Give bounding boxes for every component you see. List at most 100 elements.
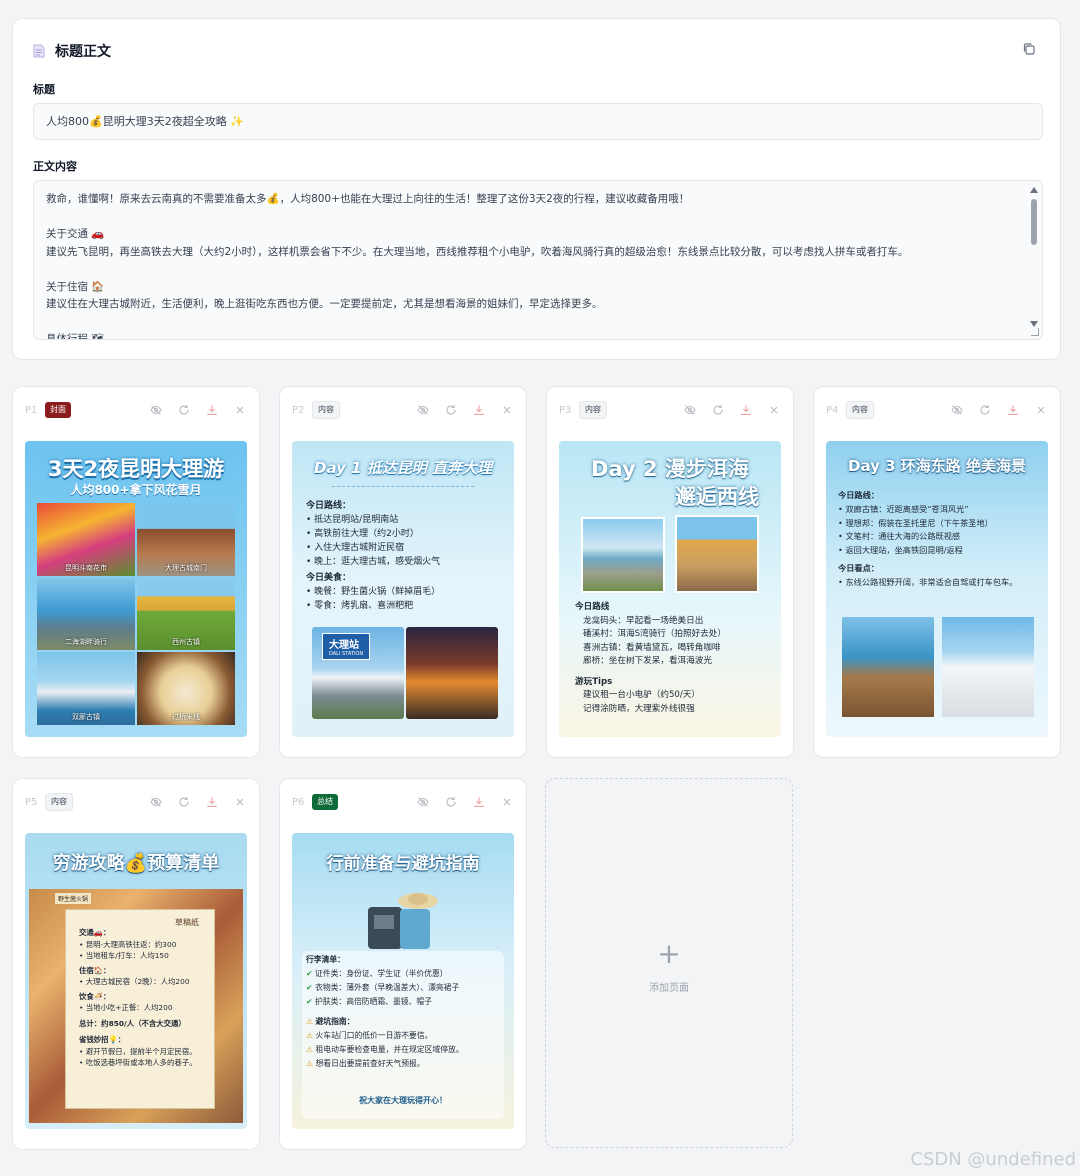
page-type-badge: 内容 (312, 401, 340, 419)
cover-subtitle: 人均800+拿下风花雪月 (70, 483, 202, 497)
photo-xizhou: 西州古镇 (137, 577, 235, 651)
page-number: P3 (559, 404, 572, 416)
footer-text: 祝大家在大理玩得开心！ (359, 1096, 447, 1105)
regenerate-icon[interactable] (978, 403, 992, 417)
photo-flower-market: 昆明斗南花市 (37, 503, 135, 576)
photo-caption: 过桥米线 (172, 712, 200, 721)
budget-item: • 大理古城民宿（2晚）：人均200 (79, 977, 190, 986)
tips-heading: 游玩Tips (575, 676, 613, 687)
download-icon[interactable] (1006, 403, 1020, 417)
packing-heading: 行李清单： (306, 955, 345, 964)
body-scrollbar[interactable] (1028, 185, 1040, 335)
page-preview[interactable]: Day 3 环海东路 绝美海景 今日路线： • 双廊古镇：近距离感受“苍洱风光”… (826, 441, 1048, 737)
page-card-p3[interactable]: P3 内容 Day 2 漫步洱海 邂逅西线 今日路线 龙龛码头：早起看一场绝美日… (546, 386, 794, 758)
page-preview[interactable]: 穷游攻略💰预算清单 野生菌火锅 草稿纸 交通🚗： • 昆明-大理高铁往返：约30… (25, 833, 247, 1129)
page-title-line2: 邂逅西线 (675, 485, 759, 509)
route-item: • 晚上：逛大理古城，感受烟火气 (306, 557, 441, 567)
save-item: • 避开节假日，提前半个月定民宿。 (79, 1046, 197, 1056)
body-line: 建议先飞昆明，再坐高铁去大理（大约2小时），这样机票会省下不少。在大理当地，西线… (46, 245, 909, 258)
page-type-badge: 内容 (45, 793, 73, 811)
photo-erhai-ride (581, 517, 665, 593)
download-icon[interactable] (739, 403, 753, 417)
close-icon[interactable] (233, 795, 247, 809)
photo-city-gate: 大理古城南门 (137, 503, 235, 576)
page-preview[interactable]: 行前准备与避坑指南 行李清单： ✔ 证件类：身份证、学生证（半价优惠） ✔ 衣物… (292, 833, 514, 1129)
scroll-up-icon[interactable] (1030, 187, 1038, 193)
watermark: CSDN @undefined (910, 1149, 1076, 1170)
close-icon[interactable] (767, 403, 781, 417)
resize-handle-icon[interactable] (1031, 328, 1039, 336)
photo-caption: 大理古城南门 (165, 563, 207, 572)
page-number: P1 (25, 404, 38, 416)
download-icon[interactable] (472, 403, 486, 417)
photo-caption: 西州古镇 (172, 638, 200, 647)
regenerate-icon[interactable] (177, 795, 191, 809)
photo-caption: 双廊古镇 (72, 712, 100, 721)
food-item: • 零食：烤乳扇、喜洲粑粑 (306, 601, 414, 611)
photo-caption: 昆明斗南花市 (65, 563, 107, 572)
route-item: • 返回大理站，坐高铁回昆明/返程 (838, 545, 963, 556)
document-icon (33, 44, 45, 58)
page-body: 今日路线： • 抵达昆明站/昆明南站 • 高铁前往大理（约2小时） • 入住大理… (306, 499, 506, 613)
scroll-down-icon[interactable] (1030, 321, 1038, 327)
photo-seaside-cafe (842, 617, 934, 717)
close-icon[interactable] (500, 795, 514, 809)
panel-title: 标题正文 (55, 44, 111, 60)
regenerate-icon[interactable] (444, 403, 458, 417)
photo-xizhou-building (675, 515, 759, 593)
body-line: 关于住宿 🏠 (46, 280, 105, 293)
page-preview[interactable]: Day 2 漫步洱海 邂逅西线 今日路线 龙龛码头：早起看一场绝美日出 磻溪村：… (559, 441, 781, 737)
photo-night-street (406, 627, 498, 719)
regenerate-icon[interactable] (177, 403, 191, 417)
corner-tag: 野生菌火锅 (55, 893, 92, 904)
warning-item: ⚠ 火车站门口的低价一日游不要信。 (306, 1031, 433, 1040)
title-input[interactable]: 人均800💰昆明大理3天2夜超全攻略 ✨ (33, 103, 1043, 140)
budget-item: • 昆明-大理高铁往返：约300 (79, 939, 177, 949)
download-icon[interactable] (205, 795, 219, 809)
hide-icon[interactable] (416, 403, 430, 417)
title-label: 标题 (33, 83, 55, 96)
scroll-thumb[interactable] (1031, 199, 1037, 245)
close-icon[interactable] (500, 403, 514, 417)
hide-icon[interactable] (149, 795, 163, 809)
save-item: • 吃饭选巷坪街或本地人多的巷子。 (79, 1058, 197, 1067)
food-heading: 今日美食： (306, 573, 352, 583)
page-card-p1[interactable]: P1 封面 3天2夜昆明大理游 人均800+拿下风花雪月 昆明斗南花市 大理古城… (12, 386, 260, 758)
hide-icon[interactable] (950, 403, 964, 417)
page-card-p2[interactable]: P2 内容 Day 1 抵达昆明 直奔大理 今日路线： • 抵达昆明站/昆明南站… (279, 386, 527, 758)
page-card-p5[interactable]: P5 内容 穷游攻略💰预算清单 野生菌火锅 草稿纸 交通🚗： • 昆明-大理高铁… (12, 778, 260, 1150)
body-textarea[interactable]: 救命，谁懂啊！原来去云南真的不需要准备太多💰，人均800+也能在大理过上向往的生… (33, 180, 1043, 340)
page-card-p4[interactable]: P4 内容 Day 3 环海东路 绝美海景 今日路线： • 双廊古镇：近距离感受… (813, 386, 1061, 758)
page-title: 穷游攻略💰预算清单 (52, 853, 220, 874)
copy-icon[interactable] (1022, 41, 1038, 57)
spot-item: • 东线公路视野开阔，非常适合自驾或打车包车。 (838, 576, 1018, 587)
photo-shuanglang: 双廊古镇 (37, 652, 135, 725)
warning-item: ⚠ 租电动车要检查电量，并在规定区域停放。 (306, 1045, 464, 1054)
card-header: P6 总结 (292, 793, 514, 811)
title-body-panel: 标题正文 标题 人均800💰昆明大理3天2夜超全攻略 ✨ 正文内容 救命，谁懂啊… (12, 18, 1061, 360)
station-sign: 大理站 DALI STATION (322, 633, 371, 660)
page-type-badge: 内容 (846, 401, 874, 419)
page-preview[interactable]: 3天2夜昆明大理游 人均800+拿下风花雪月 昆明斗南花市 大理古城南门 二海湖… (25, 441, 247, 737)
save-heading: 省钱妙招💡： (79, 1035, 126, 1044)
regenerate-icon[interactable] (444, 795, 458, 809)
traffic-heading: 交通🚗： (79, 928, 111, 937)
download-icon[interactable] (205, 403, 219, 417)
close-icon[interactable] (1034, 403, 1048, 417)
body-line: 救命，谁懂啊！原来去云南真的不需要准备太多💰，人均800+也能在大理过上向往的生… (46, 193, 690, 205)
page-preview[interactable]: Day 1 抵达昆明 直奔大理 今日路线： • 抵达昆明站/昆明南站 • 高铁前… (292, 441, 514, 737)
hide-icon[interactable] (683, 403, 697, 417)
plus-icon: + (657, 937, 681, 970)
route-item: • 高铁前往大理（约2小时） (306, 529, 419, 539)
download-icon[interactable] (472, 795, 486, 809)
page-body: 今日路线 龙龛码头：早起看一场绝美日出 磻溪村：洱海S湾骑行（拍照好去处） 喜洲… (575, 601, 775, 716)
regenerate-icon[interactable] (711, 403, 725, 417)
hide-icon[interactable] (149, 403, 163, 417)
hide-icon[interactable] (416, 795, 430, 809)
page-number: P4 (826, 404, 839, 416)
page-card-p6[interactable]: P6 总结 行前准备与避坑指南 行李清单： ✔ 证件类：身份证、学生证（半价优惠… (279, 778, 527, 1150)
add-page-button[interactable]: + 添加页面 (545, 778, 793, 1148)
close-icon[interactable] (233, 403, 247, 417)
page-type-badge: 封面 (45, 402, 71, 418)
packing-item: ✔ 衣物类：薄外套（早晚温差大）、漂亮裙子 (306, 983, 460, 992)
